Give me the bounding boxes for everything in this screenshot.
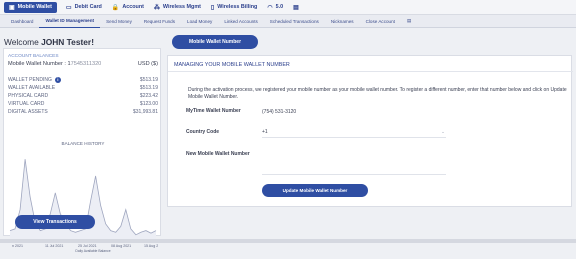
chart-x-tick-label: 15 Aug 2021 — [144, 244, 158, 248]
balance-row: VIRTUAL CARD $123.00 — [8, 101, 158, 107]
top-nav-item[interactable]: ▭ Debit Card — [61, 2, 107, 13]
balance-label: VIRTUAL CARD — [8, 101, 45, 107]
top-nav-label: Wireless Billing — [217, 4, 258, 10]
balance-value: $123.00 — [139, 101, 158, 107]
welcome-name: JOHN Tester! — [41, 37, 94, 47]
sub-nav-item[interactable]: Scheduled Transactions — [264, 15, 325, 28]
top-nav-item[interactable]: ⁂ Wireless Mgmt — [149, 2, 206, 13]
new-wallet-number-input[interactable] — [262, 165, 446, 175]
balance-label: WALLET AVAILABLE — [8, 85, 56, 91]
balances-heading: ACCOUNT BALANCES — [8, 54, 59, 59]
welcome-heading: Welcome JOHN Tester! — [4, 37, 94, 47]
sub-nav-item[interactable]: Close Account — [360, 15, 401, 28]
chat-icon: ▤ — [293, 4, 299, 11]
welcome-prefix: Welcome — [4, 37, 42, 47]
top-nav-label: Debit Card — [74, 4, 102, 10]
sub-nav-item[interactable]: Load Money — [181, 15, 218, 28]
view-transactions-button[interactable]: View Transactions — [15, 215, 95, 229]
balance-value: $223.42 — [139, 93, 158, 99]
balance-row: WALLET PENDING i $513.19 — [8, 77, 158, 83]
signal-icon: ⁂ — [153, 4, 160, 11]
top-nav-label: Mobile Wallet — [17, 4, 52, 10]
chat-icon[interactable]: ▤ — [401, 15, 417, 28]
balance-value: $31,993.81 — [132, 109, 158, 115]
balance-value: $513.19 — [139, 85, 158, 91]
top-nav-item[interactable]: ▤ — [288, 2, 307, 13]
mytime-wallet-value: (754) 531-3120 — [262, 109, 297, 115]
balance-label: WALLET PENDING — [8, 77, 52, 83]
balance-row: PHYSICAL CARD $223.42 — [8, 93, 158, 99]
sub-nav-item[interactable]: Send Money — [100, 15, 138, 28]
top-nav-item[interactable]: 🔒 Account — [107, 2, 149, 13]
balance-value: $513.19 — [139, 77, 158, 83]
top-nav-item[interactable]: ▣ Mobile Wallet — [4, 1, 57, 13]
info-icon[interactable]: i — [54, 77, 61, 83]
balance-row: DIGITAL ASSETS $31,993.81 — [8, 109, 158, 115]
lock-icon: 🔒 — [111, 4, 120, 11]
top-nav-label: Account — [122, 4, 144, 10]
top-nav-item[interactable]: ▯ Wireless Billing — [206, 2, 262, 13]
wifi-icon: ◠ — [267, 4, 273, 11]
new-wallet-number-label: New Mobile Wallet Number — [186, 151, 250, 157]
sub-nav-item[interactable]: Dashboard — [5, 15, 39, 28]
balance-label: PHYSICAL CARD — [8, 93, 49, 99]
bottom-bar — [0, 239, 576, 243]
chart-x-tick-label: n 2021 — [12, 244, 23, 248]
balance-history-title: BALANCE HISTORY — [61, 141, 105, 146]
sub-nav-item[interactable]: Request Funds — [138, 15, 181, 28]
manage-wallet-title: MANAGING YOUR MOBILE WALLET NUMBER — [174, 62, 290, 68]
sub-nav-item[interactable]: Linked Accounts — [218, 15, 263, 28]
divider — [168, 71, 573, 72]
top-nav-item[interactable]: ◠ 5.0 — [262, 2, 288, 13]
manage-wallet-description: During the activation process, we regist… — [188, 87, 567, 100]
sub-nav-item[interactable]: Wallet ID Management — [39, 15, 101, 28]
update-wallet-number-button[interactable]: Update Mobile Wallet Number — [262, 184, 368, 197]
currency-label: USD ($) — [137, 61, 158, 67]
tab-mobile-wallet-number[interactable]: Mobile Wallet Number — [172, 35, 258, 49]
top-nav-label: 5.0 — [275, 4, 284, 10]
mobile-wallet-number-row: Mobile Wallet Number : 17545311320 USD (… — [8, 61, 158, 67]
chart-x-tick-label: 25 Jul 2021 — [78, 244, 97, 248]
balance-row: WALLET AVAILABLE $513.19 — [8, 85, 158, 91]
card-icon: ▭ — [65, 4, 72, 11]
country-code-value: +1 — [262, 129, 268, 135]
mytime-wallet-label: MyTime Wallet Number — [186, 108, 241, 114]
chart-x-tick-label: 11 Jul 2021 — [45, 244, 63, 248]
country-code-label: Country Code — [186, 129, 220, 135]
chart-x-axis-title: Daily Available Balance — [75, 249, 110, 253]
top-nav-label: Wireless Mgmt — [162, 4, 201, 10]
country-code-select[interactable]: +1 ⌄ — [262, 129, 446, 138]
wallet-icon: ▣ — [9, 4, 15, 11]
balances-card: ACCOUNT BALANCES Mobile Wallet Number : … — [3, 48, 161, 253]
balance-label: DIGITAL ASSETS — [8, 109, 48, 115]
chevron-down-icon: ⌄ — [441, 129, 445, 134]
chart-x-tick-label: 08 Aug 2021 — [111, 244, 131, 248]
mobile-wallet-label: Mobile Wallet Number : 1 — [8, 61, 71, 67]
sub-nav-item[interactable]: Nicknames — [325, 15, 360, 28]
phone-icon: ▯ — [210, 4, 215, 11]
top-nav: ▣ Mobile Wallet ▭ Debit Card 🔒 Account ⁂ Wirele… — [0, 0, 576, 15]
sub-nav: Dashboard Wallet ID Management Send Money R… — [0, 15, 576, 28]
mobile-wallet-value: 7545311320 — [70, 61, 102, 67]
